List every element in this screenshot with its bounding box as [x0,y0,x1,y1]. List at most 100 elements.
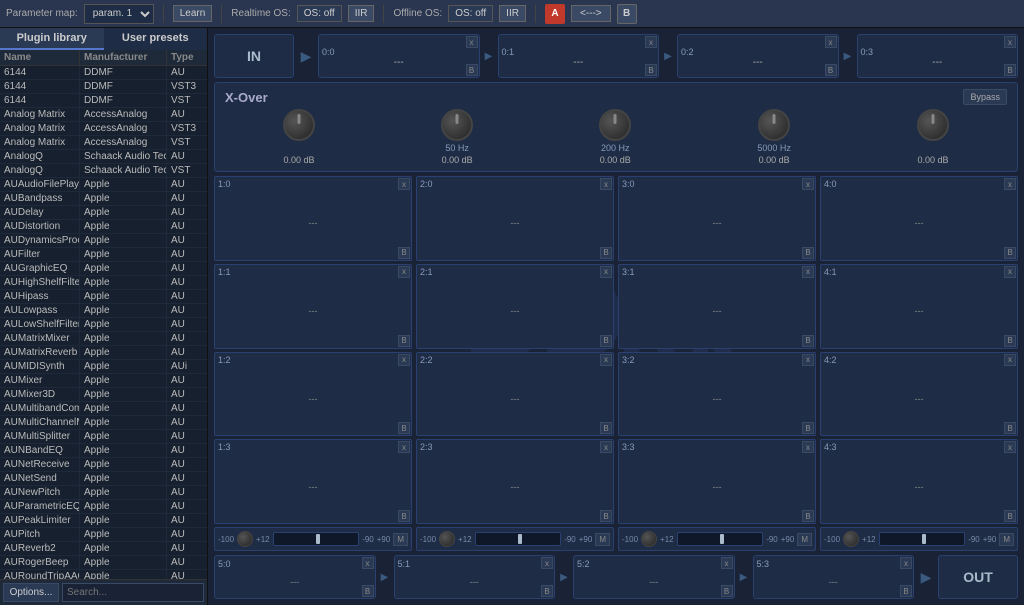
cell-x-btn[interactable]: x [398,354,410,366]
list-item[interactable]: AUNetReceiveAppleAU [0,458,207,472]
cell-x-btn[interactable]: x [802,266,814,278]
cell-x-btn[interactable]: x [398,266,410,278]
ch03-b-btn[interactable]: B [1004,64,1016,76]
list-item[interactable]: AUNBandEQAppleAU [0,444,207,458]
cell-b-btn[interactable]: B [398,335,410,347]
cell-b-btn[interactable]: B [1004,335,1016,347]
cell-x-btn[interactable]: x [802,354,814,366]
list-item[interactable]: AUParametricEQAppleAU [0,500,207,514]
b-button[interactable]: B [617,4,637,24]
tab-user-presets[interactable]: User presets [104,28,208,50]
list-item[interactable]: AUReverb2AppleAU [0,542,207,556]
list-item[interactable]: AUNetSendAppleAU [0,472,207,486]
m-btn-1[interactable]: M [595,533,610,546]
search-input[interactable] [62,583,204,602]
list-item[interactable]: AUHipassAppleAU [0,290,207,304]
realtime-iir-btn[interactable]: IIR [348,5,375,22]
cell-b-btn[interactable]: B [1004,247,1016,259]
cell-b-btn[interactable]: B [600,422,612,434]
ch03-x-btn[interactable]: x [1004,36,1016,48]
a-button[interactable]: A [545,4,565,24]
arrow-button[interactable]: <---> [571,5,611,22]
list-item[interactable]: AUGraphicEQAppleAU [0,262,207,276]
list-item[interactable]: AUMixerAppleAU [0,374,207,388]
list-item[interactable]: Analog MatrixAccessAnalogVST [0,136,207,150]
list-item[interactable]: Analog MatrixAccessAnalogVST3 [0,122,207,136]
mixer-knob-2[interactable] [641,531,657,547]
ch53-x-btn[interactable]: x [900,557,912,569]
cell-b-btn[interactable]: B [802,510,814,522]
list-item[interactable]: AUAudioFilePlayerAppleAU [0,178,207,192]
knob-1[interactable] [441,109,473,141]
ch02-x-btn[interactable]: x [825,36,837,48]
m-btn-2[interactable]: M [797,533,812,546]
fader-track-1[interactable] [475,532,562,546]
list-item[interactable]: AUFilterAppleAU [0,248,207,262]
list-item[interactable]: 6144DDMFVST [0,94,207,108]
cell-b-btn[interactable]: B [600,247,612,259]
list-item[interactable]: AUDynamicsProcessorAppleAU [0,234,207,248]
mixer-knob-1[interactable] [439,531,455,547]
cell-b-btn[interactable]: B [600,335,612,347]
ch51-b-btn[interactable]: B [541,585,553,597]
cell-x-btn[interactable]: x [1004,441,1016,453]
ch50-x-btn[interactable]: x [362,557,374,569]
list-item[interactable]: 6144DDMFAU [0,66,207,80]
cell-b-btn[interactable]: B [1004,510,1016,522]
learn-button[interactable]: Learn [173,5,213,22]
ch00-b-btn[interactable]: B [466,64,478,76]
fader-track-0[interactable] [273,532,360,546]
realtime-os-btn[interactable]: OS: off [297,5,342,22]
list-item[interactable]: AUMultibandCompre...AppleAU [0,402,207,416]
mixer-knob-0[interactable] [237,531,253,547]
plugin-list[interactable]: 6144DDMFAU6144DDMFVST36144DDMFVST Analog … [0,66,207,579]
list-item[interactable]: AUMultiChannelMixerAppleAU [0,416,207,430]
fader-track-2[interactable] [677,532,764,546]
ch01-x-btn[interactable]: x [645,36,657,48]
fader-track-3[interactable] [879,532,966,546]
list-item[interactable]: AUMixer3DAppleAU [0,388,207,402]
cell-b-btn[interactable]: B [1004,422,1016,434]
cell-x-btn[interactable]: x [600,266,612,278]
list-item[interactable]: AUMIDISynthAppleAUi [0,360,207,374]
ch00-x-btn[interactable]: x [466,36,478,48]
ch53-b-btn[interactable]: B [900,585,912,597]
cell-x-btn[interactable]: x [600,354,612,366]
ch02-b-btn[interactable]: B [825,64,837,76]
list-item[interactable]: AULowpassAppleAU [0,304,207,318]
ch52-x-btn[interactable]: x [721,557,733,569]
bypass-button[interactable]: Bypass [963,89,1007,105]
list-item[interactable]: AUMatrixReverbAppleAU [0,346,207,360]
m-btn-0[interactable]: M [393,533,408,546]
cell-x-btn[interactable]: x [1004,178,1016,190]
mixer-knob-3[interactable] [843,531,859,547]
cell-b-btn[interactable]: B [398,510,410,522]
cell-b-btn[interactable]: B [398,422,410,434]
options-button[interactable]: Options... [3,583,59,602]
m-btn-3[interactable]: M [999,533,1014,546]
list-item[interactable]: AULowShelfFilterAppleAU [0,318,207,332]
cell-x-btn[interactable]: x [802,178,814,190]
cell-x-btn[interactable]: x [600,441,612,453]
ch01-b-btn[interactable]: B [645,64,657,76]
knob-0[interactable] [283,109,315,141]
cell-b-btn[interactable]: B [802,335,814,347]
knob-3[interactable] [758,109,790,141]
cell-b-btn[interactable]: B [398,247,410,259]
offline-iir-btn[interactable]: IIR [499,5,526,22]
list-item[interactable]: AUHighShelfFilterAppleAU [0,276,207,290]
tab-plugin-library[interactable]: Plugin library [0,28,104,50]
list-item[interactable]: AUPeakLimiterAppleAU [0,514,207,528]
list-item[interactable]: AnalogQSchaack Audio Tech...AU [0,150,207,164]
ch51-x-btn[interactable]: x [541,557,553,569]
list-item[interactable]: AUPitchAppleAU [0,528,207,542]
list-item[interactable]: AURogerBeepAppleAU [0,556,207,570]
offline-os-btn[interactable]: OS: off [448,5,493,22]
cell-x-btn[interactable]: x [1004,266,1016,278]
list-item[interactable]: 6144DDMFVST3 [0,80,207,94]
cell-b-btn[interactable]: B [802,247,814,259]
ch50-b-btn[interactable]: B [362,585,374,597]
cell-b-btn[interactable]: B [802,422,814,434]
list-item[interactable]: AURoundTripAACAppleAU [0,570,207,579]
cell-x-btn[interactable]: x [1004,354,1016,366]
